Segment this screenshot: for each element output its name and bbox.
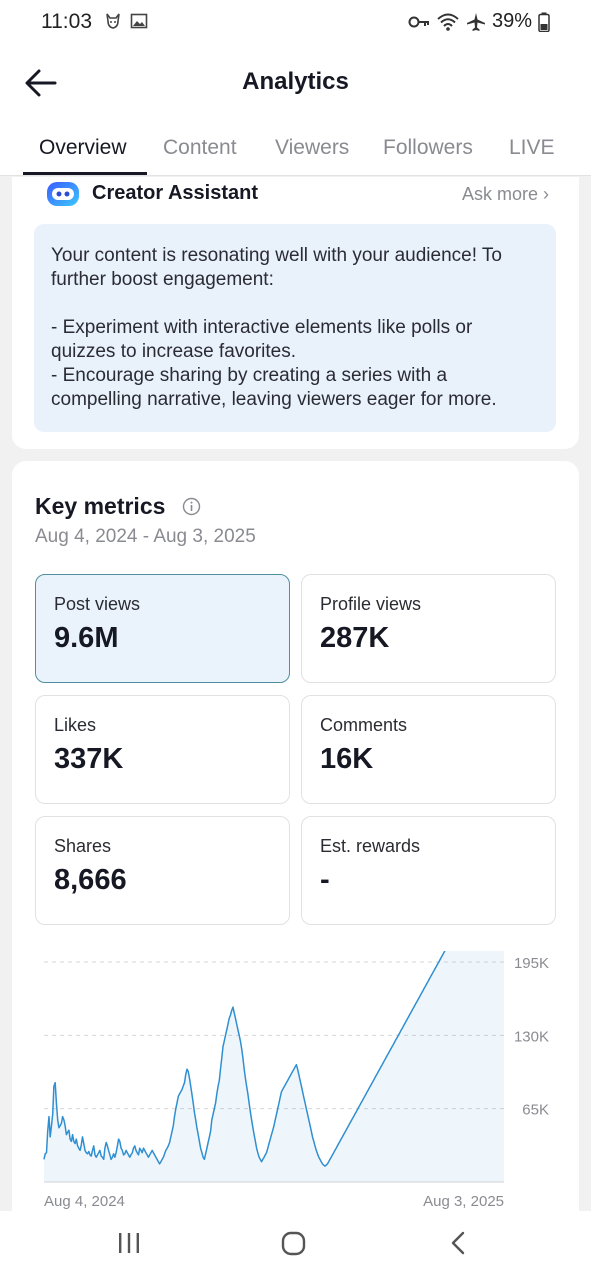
x-tick-label: Aug 4, 2024	[44, 1193, 125, 1210]
creator-assistant-card: Creator Assistant Ask more › Your conten…	[12, 177, 579, 449]
x-tick-label: Aug 3, 2025	[423, 1193, 504, 1210]
status-time: 11:03	[41, 10, 92, 33]
metric-value: 287K	[320, 622, 390, 654]
metric-value: 16K	[320, 743, 374, 775]
metric-label: Shares	[54, 836, 112, 856]
battery-percent: 39%	[491, 10, 532, 32]
page-title: Analytics	[242, 68, 349, 95]
notification-icon	[106, 13, 120, 29]
chevron-right-icon: ›	[543, 184, 549, 204]
active-tab-indicator	[23, 172, 147, 175]
series-area	[44, 951, 504, 1182]
battery-icon	[538, 12, 550, 32]
y-tick-label: 195K	[514, 955, 549, 972]
y-tick-label: 130K	[514, 1028, 549, 1045]
metric-value: 337K	[54, 743, 124, 775]
tab-bar: Overview Content Viewers Followers LIVE	[0, 130, 591, 176]
metric-profile-views[interactable]: Profile views 287K	[301, 574, 556, 683]
gallery-icon	[130, 13, 148, 29]
key-metrics-title: Key metrics	[35, 493, 166, 519]
tab-content[interactable]: Content	[163, 136, 237, 160]
home-icon[interactable]	[281, 1231, 306, 1256]
metric-label: Post views	[54, 594, 141, 614]
header: Analytics Overview Content Viewers Follo…	[0, 44, 591, 176]
tab-live[interactable]: LIVE	[509, 136, 555, 160]
assistant-message: Your content is resonating well with you…	[34, 224, 556, 432]
tab-overview[interactable]: Overview	[39, 136, 127, 160]
back-nav-icon[interactable]	[449, 1231, 469, 1255]
metric-value: -	[320, 864, 330, 896]
key-metrics-card: Key metrics Aug 4, 2024 - Aug 3, 2025 Po…	[12, 461, 579, 1261]
post-views-chart[interactable]: 195K 130K 65K Aug 4, 2024 Aug 3, 2025	[12, 951, 579, 1221]
info-icon[interactable]	[182, 497, 201, 516]
airplane-icon	[466, 12, 485, 31]
key-icon	[408, 16, 429, 27]
metric-post-views[interactable]: Post views 9.6M	[35, 574, 290, 683]
metric-label: Est. rewards	[320, 836, 421, 856]
metric-value: 9.6M	[54, 622, 119, 654]
status-bar: 11:03 39%	[0, 0, 591, 44]
wifi-icon	[437, 13, 459, 31]
recent-apps-icon[interactable]	[117, 1231, 141, 1255]
tab-viewers[interactable]: Viewers	[275, 136, 349, 160]
system-nav-bar	[0, 1211, 591, 1280]
metric-likes[interactable]: Likes 337K	[35, 695, 290, 804]
metric-label: Profile views	[320, 594, 422, 614]
ask-more-label: Ask more	[461, 184, 538, 204]
metric-comments[interactable]: Comments 16K	[301, 695, 556, 804]
y-tick-label: 65K	[522, 1102, 549, 1119]
tab-followers[interactable]: Followers	[383, 136, 473, 160]
metric-est-rewards[interactable]: Est. rewards -	[301, 816, 556, 925]
metric-shares[interactable]: Shares 8,666	[35, 816, 290, 925]
metric-value: 8,666	[54, 864, 127, 896]
metric-label: Comments	[320, 715, 408, 735]
date-range: Aug 4, 2024 - Aug 3, 2025	[35, 526, 256, 547]
assistant-logo-icon	[47, 182, 79, 206]
assistant-name: Creator Assistant	[92, 182, 258, 204]
metric-label: Likes	[54, 715, 97, 735]
ask-more-link[interactable]: Ask more ›	[462, 184, 549, 205]
